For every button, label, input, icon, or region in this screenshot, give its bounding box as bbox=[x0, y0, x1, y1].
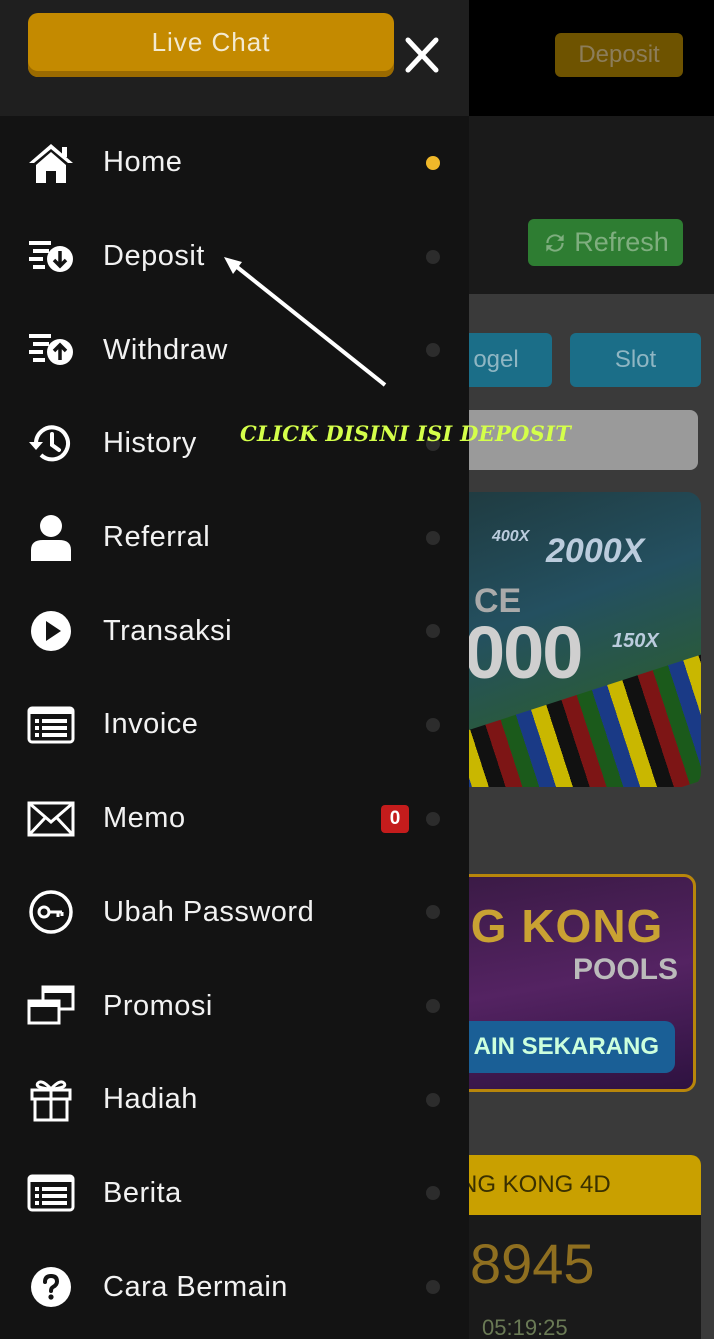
menu-label: Cara Bermain bbox=[103, 1270, 288, 1303]
banner-amount: 000 bbox=[464, 611, 583, 694]
menu-item-memo[interactable]: Memo 0 bbox=[0, 772, 469, 866]
home-icon bbox=[27, 139, 75, 187]
play-icon bbox=[27, 607, 75, 655]
gift-icon bbox=[27, 1076, 75, 1124]
menu-item-deposit[interactable]: Deposit bbox=[0, 210, 469, 304]
drawer-menu: Home Deposit Withdraw History Referral T… bbox=[0, 116, 469, 1334]
indicator-dot bbox=[426, 249, 440, 264]
menu-item-referral[interactable]: Referral bbox=[0, 491, 469, 585]
indicator-dot bbox=[426, 1092, 440, 1107]
menu-label: Deposit bbox=[103, 240, 205, 273]
kong-pools-banner[interactable]: IG KONG POOLS AIN SEKARANG bbox=[440, 874, 696, 1092]
menu-label: Invoice bbox=[103, 708, 199, 741]
menu-label: Berita bbox=[103, 1176, 182, 1209]
menu-label: Promosi bbox=[103, 989, 213, 1022]
result-time: 05:19:25 bbox=[482, 1315, 568, 1339]
news-icon bbox=[27, 1169, 75, 1217]
deposit-icon bbox=[27, 233, 75, 281]
play-now-button[interactable]: AIN SEKARANG bbox=[443, 1021, 675, 1073]
menu-item-withdraw[interactable]: Withdraw bbox=[0, 303, 469, 397]
menu-item-berita[interactable]: Berita bbox=[0, 1147, 469, 1241]
menu-item-promosi[interactable]: Promosi bbox=[0, 959, 469, 1053]
multiplier-label: 400X bbox=[492, 528, 530, 545]
refresh-icon bbox=[546, 233, 564, 252]
indicator-dot bbox=[426, 905, 440, 920]
multiplier-label: 150X bbox=[612, 630, 659, 652]
tab-slot[interactable]: Slot bbox=[570, 333, 701, 387]
indicator-dot bbox=[426, 343, 440, 358]
banner-title: IG KONG bbox=[457, 900, 664, 952]
annotation-text: CLICK DISINI ISI DEPOSIT bbox=[240, 421, 572, 446]
live-chat-button[interactable]: Live Chat bbox=[28, 13, 394, 77]
windows-icon bbox=[27, 982, 75, 1030]
close-icon[interactable] bbox=[402, 34, 442, 76]
menu-label: Memo bbox=[103, 802, 186, 835]
result-title: NG KONG 4D bbox=[440, 1155, 701, 1215]
menu-label: Transaksi bbox=[103, 614, 233, 647]
indicator-dot bbox=[426, 999, 440, 1014]
indicator-dot bbox=[426, 624, 440, 639]
drawer-header: Live Chat bbox=[0, 0, 469, 116]
withdraw-icon bbox=[27, 326, 75, 374]
refresh-label: Refresh bbox=[574, 227, 669, 257]
result-card: NG KONG 4D 8945 05:19:25 bbox=[440, 1155, 701, 1339]
menu-label: History bbox=[103, 427, 197, 460]
menu-item-home[interactable]: Home bbox=[0, 116, 469, 210]
promo-banner[interactable]: 400X 2000X CE 000 150X bbox=[440, 492, 701, 787]
menu-item-transaksi[interactable]: Transaksi bbox=[0, 584, 469, 678]
header-deposit-button[interactable]: Deposit bbox=[555, 33, 683, 77]
refresh-button[interactable]: Refresh bbox=[528, 219, 683, 266]
result-number: 8945 bbox=[470, 1232, 595, 1295]
question-icon bbox=[27, 1263, 75, 1311]
indicator-dot bbox=[426, 1280, 440, 1295]
menu-label: Hadiah bbox=[103, 1083, 198, 1116]
indicator-dot bbox=[426, 811, 440, 826]
indicator-dot bbox=[426, 1186, 440, 1201]
indicator-dot bbox=[426, 717, 440, 732]
active-indicator bbox=[426, 155, 440, 170]
history-icon bbox=[27, 420, 75, 468]
menu-label: Home bbox=[103, 146, 183, 179]
multiplier-label: 2000X bbox=[546, 532, 645, 570]
menu-item-invoice[interactable]: Invoice bbox=[0, 678, 469, 772]
banner-subtitle: POOLS bbox=[573, 953, 679, 986]
key-icon bbox=[27, 888, 75, 936]
indicator-dot bbox=[426, 530, 440, 545]
menu-label: Referral bbox=[103, 521, 211, 554]
menu-label: Ubah Password bbox=[103, 895, 315, 928]
envelope-icon bbox=[27, 795, 75, 843]
user-icon bbox=[27, 514, 75, 562]
menu-item-hadiah[interactable]: Hadiah bbox=[0, 1053, 469, 1147]
list-icon bbox=[27, 701, 75, 749]
side-drawer: Live Chat Home Deposit Withdraw History … bbox=[0, 0, 469, 1339]
menu-label: Withdraw bbox=[103, 333, 228, 366]
unread-badge: 0 bbox=[381, 804, 409, 833]
menu-item-ubah-password[interactable]: Ubah Password bbox=[0, 866, 469, 960]
menu-item-cara-bermain[interactable]: Cara Bermain bbox=[0, 1240, 469, 1334]
